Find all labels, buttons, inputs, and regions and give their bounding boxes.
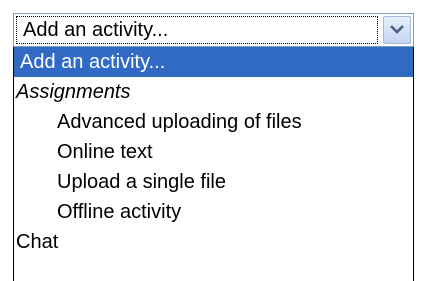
activity-select[interactable]: Add an activity... (13, 13, 414, 47)
option-online-text[interactable]: Online text (14, 137, 413, 167)
optgroup-assignments-label: Assignments (16, 81, 131, 103)
option-add-an-activity[interactable]: Add an activity... (14, 47, 413, 77)
dropdown-arrow-button[interactable] (383, 16, 411, 44)
option-offline-activity[interactable]: Offline activity (14, 197, 413, 227)
option-advanced-uploading[interactable]: Advanced uploading of files (14, 107, 413, 137)
option-chat[interactable]: Chat (14, 227, 413, 257)
activity-select-value[interactable]: Add an activity... (16, 16, 378, 44)
activity-dropdown-list: Add an activity... Assignments Advanced … (13, 47, 414, 281)
chevron-down-icon (390, 25, 404, 34)
option-upload-single-file[interactable]: Upload a single file (14, 167, 413, 197)
